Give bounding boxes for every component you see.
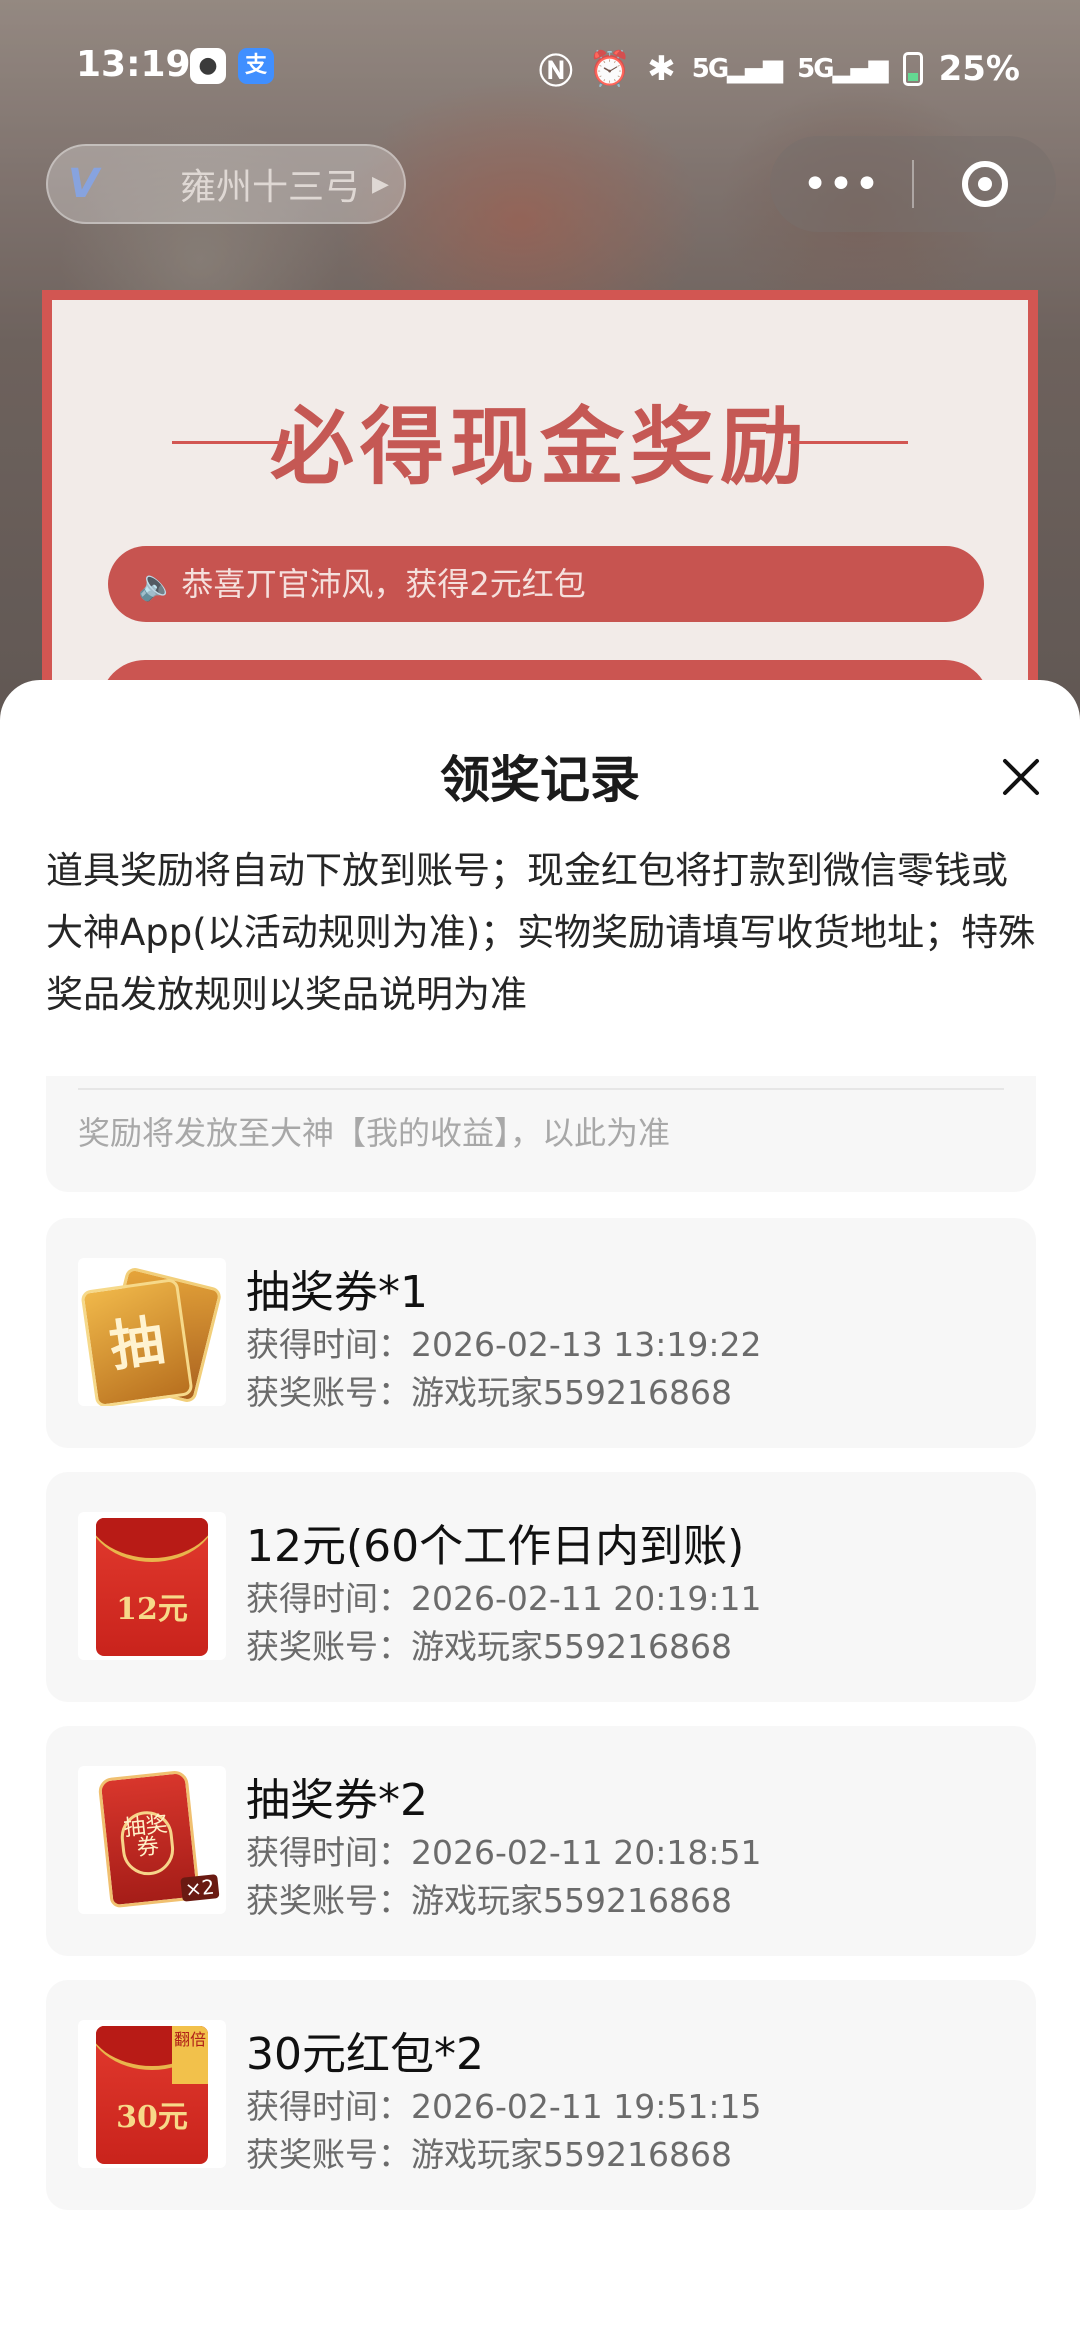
prize-name: 12元(60个工作日内到账) xyxy=(246,1521,745,1572)
sheet-title: 领奖记录 xyxy=(440,751,640,809)
prize-image: 抽 xyxy=(78,1258,226,1406)
record-card[interactable]: 抽 抽奖券*1 获得时间：2026-02-13 13:19:22 获奖账号：游戏… xyxy=(46,1218,1036,1448)
record-card[interactable]: 翻倍 30元 30元红包*2 获得时间：2026-02-11 19:51:15 … xyxy=(46,1980,1036,2210)
lottery-ticket-bag-icon: 抽奖券 ×2 xyxy=(97,1769,220,1909)
divider xyxy=(78,1088,1004,1090)
red-envelope-icon: 12元 xyxy=(96,1518,208,1656)
close-icon xyxy=(1003,759,1039,795)
award-account: 获奖账号：游戏玩家559216868 xyxy=(246,1881,732,1920)
prize-name: 30元红包*2 xyxy=(246,2029,484,2080)
award-account: 获奖账号：游戏玩家559216868 xyxy=(246,2135,732,2174)
overlay-mask[interactable] xyxy=(0,0,1080,760)
lottery-ticket-icon: 抽 xyxy=(80,1265,223,1406)
prize-image: 抽奖券 ×2 xyxy=(78,1766,226,1914)
record-card[interactable]: 12元 12元(60个工作日内到账) 获得时间：2026-02-11 20:19… xyxy=(46,1472,1036,1702)
prize-image: 翻倍 30元 xyxy=(78,2020,226,2168)
prize-name: 抽奖券*2 xyxy=(246,1775,428,1826)
prize-image: 12元 xyxy=(78,1512,226,1660)
award-account: 获奖账号：游戏玩家559216868 xyxy=(246,1373,732,1412)
obtain-time: 获得时间：2026-02-11 19:51:15 xyxy=(246,2087,762,2126)
red-envelope-double-icon: 翻倍 30元 xyxy=(96,2026,208,2164)
reward-notice: 道具奖励将自动下放到账号；现金红包将打款到微信零钱或大神App(以活动规则为准)… xyxy=(46,849,1036,1016)
obtain-time: 获得时间：2026-02-13 13:19:22 xyxy=(246,1325,762,1364)
prize-name: 抽奖券*1 xyxy=(246,1267,428,1318)
partial-record-card: 奖励将发放至大神【我的收益】，以此为准 xyxy=(46,1076,1036,1192)
obtain-time: 获得时间：2026-02-11 20:18:51 xyxy=(246,1833,762,1872)
record-card[interactable]: 抽奖券 ×2 抽奖券*2 获得时间：2026-02-11 20:18:51 获奖… xyxy=(46,1726,1036,1956)
payout-tip: 奖励将发放至大神【我的收益】，以此为准 xyxy=(78,1114,671,1152)
obtain-time: 获得时间：2026-02-11 20:19:11 xyxy=(246,1579,762,1618)
close-button[interactable] xyxy=(990,746,1052,808)
award-account: 获奖账号：游戏玩家559216868 xyxy=(246,1627,732,1666)
reward-record-sheet: 领奖记录 道具奖励将自动下放到账号；现金红包将打款到微信零钱或大神App(以活动… xyxy=(0,680,1080,2344)
